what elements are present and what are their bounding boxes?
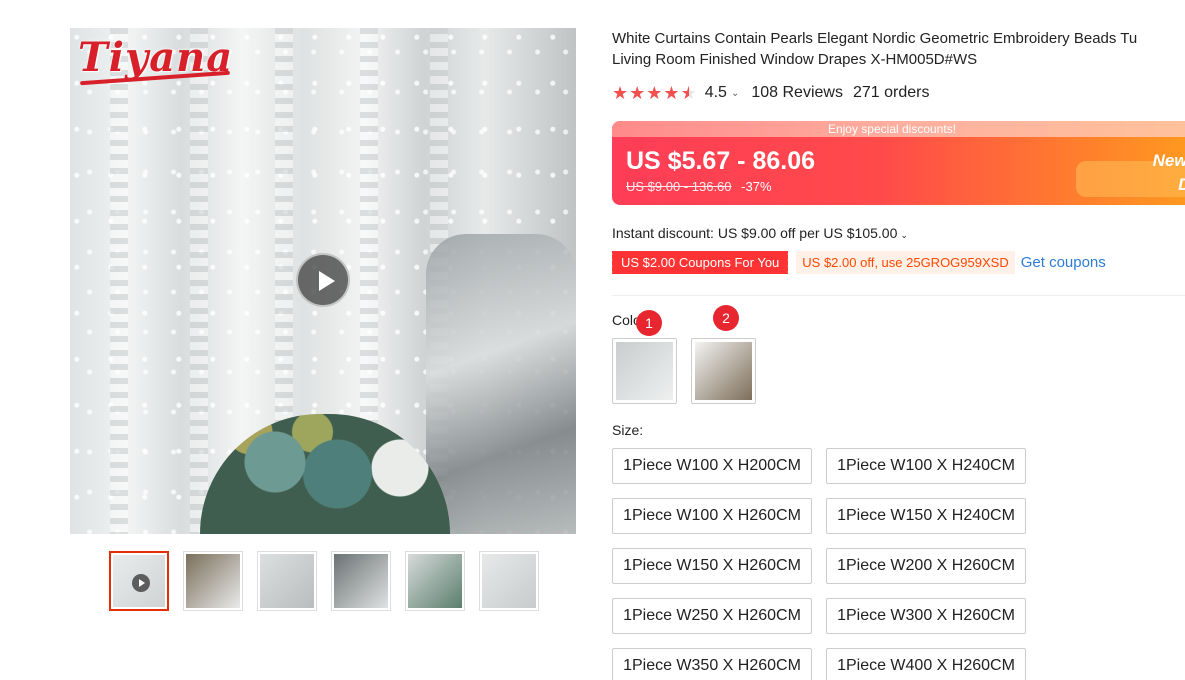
size-option[interactable]: 1Piece W300 X H260CM [826, 598, 1026, 634]
coupon-tag[interactable]: US $2.00 Coupons For You [609, 251, 789, 274]
instant-discount[interactable]: Instant discount: US $9.00 off per US $1… [612, 225, 908, 241]
rating-stars: ★ ★ ★ ★ ★ [612, 84, 697, 102]
star-icon: ★ [646, 83, 663, 103]
thumbnail-image [482, 554, 536, 608]
size-label: Size: [612, 422, 644, 438]
price-banner: Enjoy special discounts! US $5.67 - 86.0… [612, 121, 1185, 205]
size-option[interactable]: 1Piece W100 X H200CM [612, 448, 812, 484]
size-option[interactable]: 1Piece W350 X H260CM [612, 648, 812, 680]
size-option[interactable]: 1Piece W100 X H260CM [612, 498, 812, 534]
star-icon: ★ [629, 83, 646, 103]
deal-line-1: New Us [1152, 151, 1185, 170]
annotation-badge-1: 1 [636, 310, 662, 336]
rating-row: ★ ★ ★ ★ ★ 4.5 ⌄ 108 Reviews 271 orders [612, 84, 929, 102]
new-user-deal[interactable]: New Us Deal [1114, 149, 1185, 197]
size-option[interactable]: 1Piece W200 X H260CM [826, 548, 1026, 584]
thumbnail-2[interactable] [183, 551, 243, 611]
original-price-row: US $9.00 - 136.60 -37% [626, 179, 772, 194]
reviews-link[interactable]: 108 Reviews [751, 84, 843, 102]
main-product-image[interactable]: Tiyana [70, 28, 576, 534]
thumbnail-4[interactable] [331, 551, 391, 611]
thumbnail-strip [109, 551, 539, 611]
star-icon: ★ [663, 83, 680, 103]
color-swatch-2[interactable] [691, 338, 756, 404]
product-title: White Curtains Contain Pearls Elegant No… [612, 28, 1185, 70]
play-icon [132, 574, 150, 592]
deal-line-2: Deal [1114, 173, 1185, 197]
get-coupons-link[interactable]: Get coupons [1021, 254, 1106, 271]
rating-value[interactable]: 4.5 [705, 84, 727, 102]
size-options: 1Piece W100 X H200CM 1Piece W100 X H240CM… [612, 448, 1026, 680]
size-option[interactable]: 1Piece W400 X H260CM [826, 648, 1026, 680]
thumbnail-5[interactable] [405, 551, 465, 611]
statue-decor [426, 234, 576, 534]
coupon-code: US $2.00 off, use 25GROG959XSD [796, 251, 1015, 274]
divider [612, 295, 1185, 296]
color-swatch-1[interactable] [612, 338, 677, 404]
thumbnail-1[interactable] [109, 551, 169, 611]
thumbnail-3[interactable] [257, 551, 317, 611]
thumbnail-6[interactable] [479, 551, 539, 611]
thumbnail-image [334, 554, 388, 608]
half-star-icon: ★ [680, 83, 697, 103]
discount-strip: Enjoy special discounts! [612, 121, 1185, 137]
product-title-line-1: White Curtains Contain Pearls Elegant No… [612, 30, 1138, 47]
product-page: Tiyana White Curtains Contain Pearls Ele… [0, 0, 1185, 680]
size-option[interactable]: 1Piece W100 X H240CM [826, 448, 1026, 484]
annotation-badge-2: 2 [713, 305, 739, 331]
chevron-down-icon: ⌄ [900, 230, 908, 240]
instant-discount-text: Instant discount: US $9.00 off per US $1… [612, 225, 898, 241]
product-title-line-2: Living Room Finished Window Drapes X-HM0… [612, 51, 978, 68]
embroidery-stripe [110, 28, 128, 534]
play-video-button[interactable] [296, 253, 350, 307]
current-price: US $5.67 - 86.06 [626, 147, 816, 175]
chevron-down-icon[interactable]: ⌄ [731, 88, 739, 99]
size-option[interactable]: 1Piece W150 X H260CM [612, 548, 812, 584]
swatch-image [695, 342, 752, 400]
swatch-image [616, 342, 673, 400]
coupon-row: US $2.00 Coupons For You US $2.00 off, u… [609, 251, 1106, 274]
size-option[interactable]: 1Piece W150 X H240CM [826, 498, 1026, 534]
star-icon: ★ [612, 83, 629, 103]
thumbnail-image [260, 554, 314, 608]
orders-count: 271 orders [852, 84, 930, 101]
thumbnail-image [408, 554, 462, 608]
discount-percent: -37% [741, 179, 772, 194]
original-price: US $9.00 - 136.60 [626, 179, 732, 194]
thumbnail-image [186, 554, 240, 608]
size-option[interactable]: 1Piece W250 X H260CM [612, 598, 812, 634]
embroidery-stripe [190, 28, 208, 534]
